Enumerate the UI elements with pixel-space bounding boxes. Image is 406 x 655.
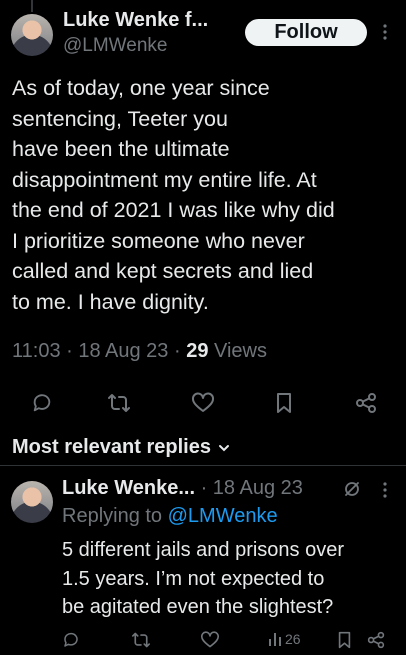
reply-views[interactable]: 26 (268, 631, 301, 647)
reply-views-count: 26 (285, 631, 301, 647)
author-avatar[interactable] (11, 14, 53, 56)
views-label: Views (208, 340, 267, 362)
reply-text-line: 1.5 years. I’m not expected to (62, 567, 325, 590)
tweet-text: As of today, one year since sentencing, … (12, 73, 406, 317)
tweet-text-line: sentencing, Teeter you (12, 106, 228, 131)
reply-text-line: 5 different jails and prisons over (62, 539, 345, 561)
tweet-text-line: I prioritize someone who never (12, 228, 305, 253)
author-name[interactable]: Luke Wenke f... (63, 9, 208, 32)
reply-author-name[interactable]: Luke Wenke... (62, 477, 195, 499)
views-icon (268, 631, 282, 647)
tweet-text-line: have been the ultimate (12, 137, 230, 161)
retweet-icon[interactable] (107, 392, 131, 414)
grok-icon[interactable] (343, 480, 361, 498)
chevron-down-icon (218, 443, 230, 453)
reply-header: Luke Wenke... · 18 Aug 23 (62, 477, 303, 500)
reply-bookmark-icon[interactable] (337, 631, 352, 649)
reply-icon[interactable] (31, 392, 53, 414)
reply-author-avatar[interactable] (11, 481, 53, 523)
share-icon[interactable] (355, 392, 377, 414)
tweet-text-line: disappointment my entire life. At (12, 167, 317, 192)
tweet-meta: 11:03 · 18 Aug 23 · 29 Views (12, 340, 267, 363)
replying-to-prefix: Replying to (62, 505, 168, 527)
follow-button[interactable]: Follow (245, 19, 367, 46)
reply-text: 5 different jails and prisons over 1.5 y… (62, 536, 344, 622)
reply-reply-icon[interactable] (62, 631, 80, 649)
tweet-text-line: to me. I have dignity. (12, 289, 209, 314)
bookmark-icon[interactable] (275, 392, 293, 414)
more-icon[interactable] (380, 22, 390, 42)
replies-sort-dropdown[interactable]: Most relevant replies (12, 436, 230, 459)
tweet-text-line: As of today, one year since (12, 76, 270, 100)
tweet-text-line: the end of 2021 I was like why did (12, 198, 335, 222)
author-handle[interactable]: @LMWenke (63, 35, 167, 57)
tweet-time[interactable]: 11:03 · 18 Aug 23 · (12, 340, 186, 362)
reply-share-icon[interactable] (367, 631, 385, 649)
reply-retweet-icon[interactable] (131, 631, 151, 649)
tweet-text-line: called and kept secrets and lied (12, 259, 314, 283)
replying-to: Replying to @LMWenke (62, 505, 278, 528)
thread-line-top (31, 0, 33, 12)
reply-text-line: be agitated even the slightest? (62, 596, 334, 618)
reply-more-icon[interactable] (380, 480, 390, 500)
replying-to-handle[interactable]: @LMWenke (168, 505, 278, 527)
views-count[interactable]: 29 (186, 340, 208, 362)
reply-like-icon[interactable] (200, 631, 220, 649)
divider (0, 465, 406, 466)
like-icon[interactable] (191, 392, 215, 414)
replies-sort-label: Most relevant replies (12, 436, 211, 458)
reply-date[interactable]: · 18 Aug 23 (195, 477, 303, 499)
